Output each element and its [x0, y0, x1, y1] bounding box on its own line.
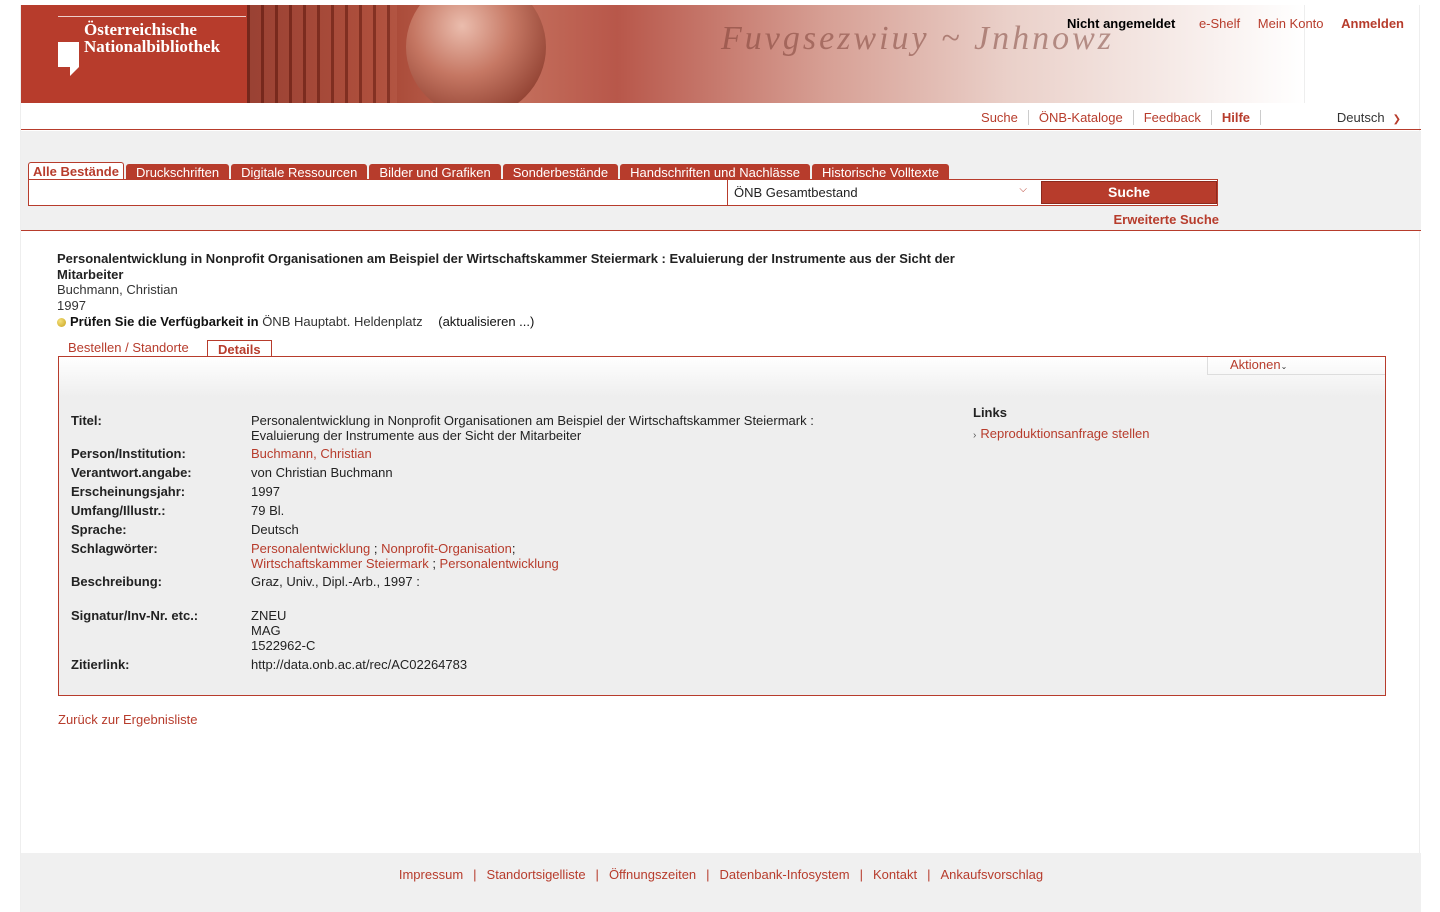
- scope-select[interactable]: ÖNB Gesamtbestand ⌵: [727, 180, 1039, 205]
- footer-purchase-link[interactable]: Ankaufsvorschlag: [941, 867, 1044, 882]
- language-value: Deutsch: [1336, 110, 1385, 125]
- user-links: Nicht angemeldet e-Shelf Mein Konto Anme…: [1053, 16, 1404, 31]
- record-summary: Personalentwicklung in Nonprofit Organis…: [57, 251, 977, 330]
- logo-text: Österreichische Nationalbibliothek: [84, 21, 220, 55]
- login-status: Nicht angemeldet: [1066, 16, 1176, 31]
- chevron-down-icon: ❯: [1392, 114, 1401, 125]
- advanced-search-link[interactable]: Erweiterte Suche: [1114, 212, 1220, 227]
- nav-help-link[interactable]: Hilfe: [1211, 110, 1261, 125]
- footer-sigla-link[interactable]: Standortsigelliste: [487, 867, 586, 882]
- record-year: 1997: [57, 297, 86, 313]
- logo-line2: Nationalbibliothek: [84, 37, 221, 56]
- nav-catalogs-link[interactable]: ÖNB-Kataloge: [1028, 110, 1134, 125]
- tab-details[interactable]: Details: [207, 340, 272, 357]
- record-title: Personalentwicklung in Nonprofit Organis…: [57, 251, 955, 282]
- person-link[interactable]: Buchmann, Christian: [251, 446, 372, 461]
- subject-link[interactable]: Wirtschaftskammer Steiermark: [251, 556, 429, 571]
- subject-link[interactable]: Personalentwicklung: [251, 541, 370, 556]
- availability-location: ÖNB Hauptabt. Heldenplatz: [262, 314, 423, 329]
- footer-contact-link[interactable]: Kontakt: [873, 867, 917, 882]
- page: Fuvgsezwiuy ~ Jnhnowz Österreichische Na…: [20, 5, 1421, 912]
- logo-line1: Österreichische: [84, 20, 197, 39]
- search-input[interactable]: [29, 180, 727, 205]
- update-availability-link[interactable]: (aktualisieren ...): [438, 314, 534, 329]
- tab-order-locations[interactable]: Bestellen / Standorte: [68, 340, 189, 355]
- actions-menu[interactable]: Aktionen⌄: [1207, 357, 1385, 375]
- chevron-down-icon: ⌄: [1280, 362, 1288, 371]
- account-link[interactable]: Mein Konto: [1258, 16, 1324, 31]
- login-link[interactable]: Anmelden: [1341, 16, 1404, 31]
- bookshelf-image: [247, 5, 397, 103]
- search-bar: ÖNB Gesamtbestand ⌵ Suche: [28, 179, 1218, 206]
- chevron-down-icon: ⌵: [1019, 184, 1027, 195]
- subject-link[interactable]: Personalentwicklung: [440, 556, 559, 571]
- footer-hours-link[interactable]: Öffnungszeiten: [609, 867, 696, 882]
- search-area: Alle Bestände Druckschriften Digitale Ress…: [21, 131, 1421, 231]
- nav-search-link[interactable]: Suche: [971, 110, 1029, 125]
- subject-link[interactable]: Nonprofit-Organisation: [381, 541, 512, 556]
- footer-imprint-link[interactable]: Impressum: [399, 867, 463, 882]
- record-author: Buchmann, Christian: [57, 282, 178, 297]
- logo[interactable]: Österreichische Nationalbibliothek: [21, 5, 247, 103]
- links-heading: Links: [973, 405, 1007, 420]
- eshelf-link[interactable]: e-Shelf: [1199, 16, 1240, 31]
- logo-divider: [58, 16, 246, 17]
- availability-label: Prüfen Sie die Verfügbarkeit in: [70, 314, 259, 329]
- details-panel: Aktionen⌄ Titel: Personalentwicklung in …: [58, 356, 1386, 696]
- logo-mark-icon: [58, 42, 79, 76]
- citation-url: http://data.onb.ac.at/rec/AC02264783: [251, 657, 468, 672]
- nav-feedback-link[interactable]: Feedback: [1133, 110, 1212, 125]
- field-title-value: Personalentwicklung in Nonprofit Organis…: [251, 413, 814, 443]
- actions-label: Aktionen: [1230, 357, 1281, 372]
- scope-value: ÖNB Gesamtbestand: [734, 185, 858, 200]
- reproduction-request-link[interactable]: Reproduktionsanfrage stellen: [980, 426, 1149, 441]
- footer: Impressum | Standortsigelliste | Öffnungszei…: [21, 853, 1421, 912]
- links-box: Links › Reproduktionsanfrage stellen: [973, 405, 1149, 441]
- footer-database-link[interactable]: Datenbank-Infosystem: [720, 867, 850, 882]
- availability-status-icon: [57, 318, 66, 328]
- globe-image: [406, 5, 546, 103]
- back-to-results-link[interactable]: Zurück zur Ergebnisliste: [58, 712, 197, 727]
- search-button[interactable]: Suche: [1041, 181, 1217, 204]
- language-select[interactable]: Deutsch ❯: [1337, 110, 1401, 125]
- secondary-nav: Suche ÖNB-Kataloge Feedback Hilfe Deutsch ❯: [21, 103, 1421, 130]
- search-tabs: Alle Bestände Druckschriften Digitale Ress…: [28, 162, 951, 181]
- chevron-right-icon: ›: [973, 430, 977, 441]
- availability: Prüfen Sie die Verfügbarkeit in ÖNB Haup…: [57, 314, 977, 330]
